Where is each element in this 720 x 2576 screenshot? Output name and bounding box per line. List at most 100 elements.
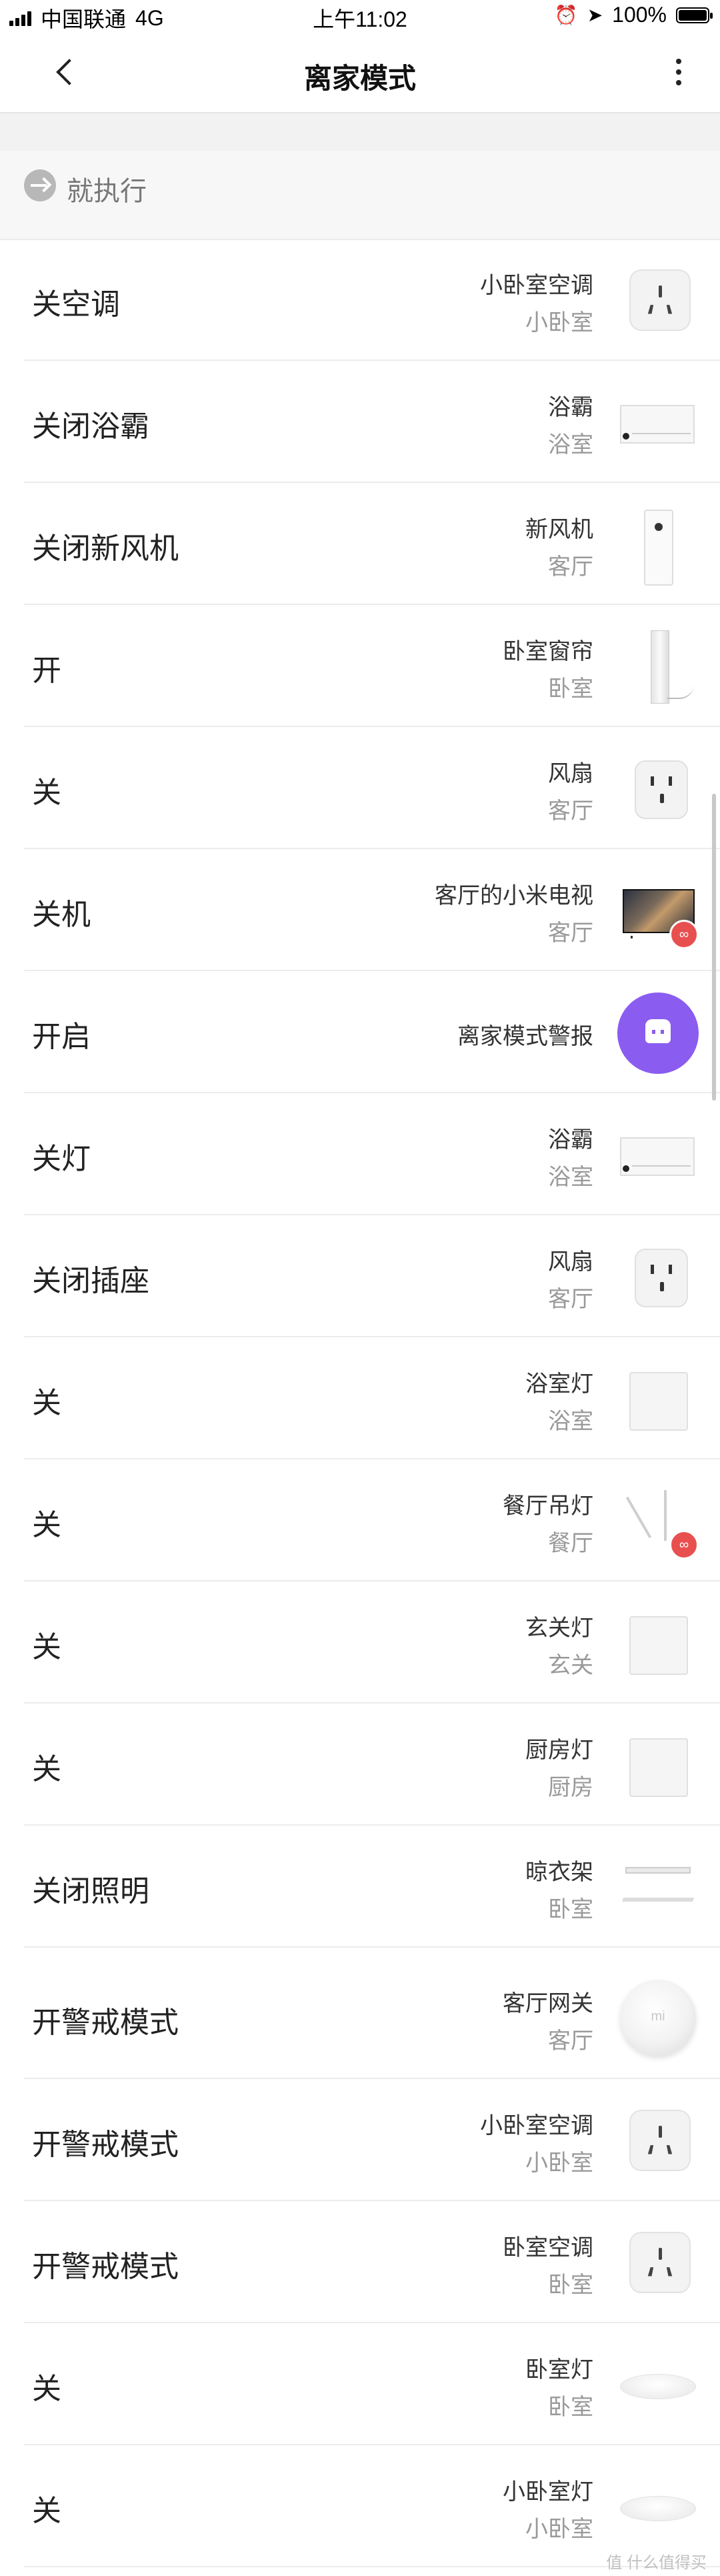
gateway-icon — [620, 1980, 696, 2056]
device-room: 小卧室 — [525, 310, 593, 336]
device-name: 餐厅吊灯 — [503, 1493, 593, 1519]
scrollbar[interactable] — [712, 794, 716, 1101]
list-item[interactable]: 关 风扇 客厅 — [24, 727, 720, 849]
action-label: 开启 — [32, 1021, 91, 1053]
list-item[interactable]: 开警戒模式 小卧室空调 小卧室 — [24, 2079, 720, 2201]
link-badge-icon: ∞ — [669, 920, 699, 949]
battery-label: 100% — [612, 3, 667, 27]
device-name: 浴室灯 — [525, 1371, 593, 1397]
action-label: 关空调 — [32, 288, 120, 321]
device-room: 玄关 — [548, 1653, 593, 1678]
list-item[interactable]: 关 餐厅吊灯 餐厅 ∞ — [24, 1459, 720, 1581]
action-label: 关 — [32, 1631, 61, 1664]
action-label: 开警戒模式 — [32, 2128, 179, 2161]
device-room: 浴室 — [548, 1409, 593, 1434]
device-name: 客厅的小米电视 — [435, 883, 593, 908]
action-label: 关机 — [32, 898, 91, 931]
device-room: 卧室 — [548, 2273, 593, 2298]
execute-section-header: 就执行 — [0, 151, 720, 219]
wall-switch-icon — [629, 1616, 688, 1675]
device-room: 客厅 — [548, 2028, 593, 2054]
bath-heater-icon — [620, 405, 695, 444]
list-item[interactable]: 关 玄关灯 玄关 — [24, 1581, 720, 1704]
alarm-robot-icon — [617, 993, 699, 1074]
device-name: 风扇 — [548, 761, 593, 786]
device-name: 厨房灯 — [525, 1738, 593, 1763]
page-title: 离家模式 — [303, 63, 416, 94]
list-item[interactable]: 开警戒模式 客厅网关 客厅 — [24, 1957, 720, 2079]
curtain-icon — [651, 630, 694, 704]
device-name: 卧室灯 — [525, 2357, 593, 2383]
ceiling-light-icon — [620, 2496, 696, 2521]
device-room: 客厅 — [548, 798, 593, 824]
battery-icon — [676, 7, 713, 23]
list-item[interactable]: 关 厨房灯 厨房 — [24, 1704, 720, 1826]
device-room: 客厅 — [548, 554, 593, 580]
list-item[interactable]: 开启 离家模式警报 — [24, 971, 720, 1093]
device-room: 卧室 — [548, 676, 593, 702]
action-label: 关灯 — [32, 1143, 91, 1175]
smart-plug-icon — [635, 1249, 688, 1307]
device-name: 玄关灯 — [525, 1616, 593, 1641]
air-purifier-icon — [644, 510, 673, 586]
device-name: 新风机 — [525, 517, 593, 542]
device-room: 浴室 — [548, 432, 593, 458]
action-label: 关 — [32, 1753, 61, 1786]
action-label: 开 — [32, 654, 61, 687]
action-list: 关空调 小卧室空调 小卧室 关闭浴霸 浴霸 浴室 关闭新风机 新风机 客厅 开 … — [0, 239, 720, 2567]
list-item[interactable]: 关灯 浴霸 浴室 — [24, 1093, 720, 1215]
execute-label: 就执行 — [67, 177, 147, 206]
device-name: 离家模式警报 — [457, 1024, 593, 1049]
device-name: 卧室空调 — [503, 2235, 593, 2261]
device-room: 厨房 — [548, 1775, 593, 1800]
device-room: 小卧室 — [525, 2150, 593, 2176]
list-item[interactable]: 关空调 小卧室空调 小卧室 — [24, 239, 720, 361]
nav-bar: 离家模式 — [0, 37, 720, 109]
action-label: 关闭插座 — [32, 1265, 149, 1297]
device-room: 客厅 — [548, 920, 593, 946]
wall-switch-icon — [629, 1372, 688, 1431]
action-label: 关闭照明 — [32, 1875, 149, 1908]
list-item[interactable]: 关 卧室灯 卧室 — [24, 2323, 720, 2445]
action-label: 关 — [32, 2495, 61, 2527]
list-item[interactable]: 开 卧室窗帘 卧室 — [24, 605, 720, 727]
link-badge-icon: ∞ — [669, 1530, 699, 1559]
ac-partner-icon — [629, 269, 691, 331]
device-room: 餐厅 — [548, 1531, 593, 1556]
list-item[interactable]: 开警戒模式 卧室空调 卧室 — [24, 2201, 720, 2323]
device-room: 卧室 — [548, 2395, 593, 2420]
action-label: 关 — [32, 776, 61, 809]
wall-switch-icon — [629, 1738, 688, 1797]
bath-heater-icon — [620, 1137, 695, 1176]
watermark-text: 值 什么值得买 — [606, 2554, 707, 2572]
status-bar: 中国联通 4G 上午11:02 ⏰ ➤ 100% — [0, 0, 720, 37]
clothes-rack-icon — [620, 1863, 696, 1914]
action-label: 开警戒模式 — [32, 2006, 179, 2039]
action-label: 开警戒模式 — [32, 2250, 179, 2283]
header-divider-band — [0, 112, 720, 152]
section-divider — [0, 219, 720, 240]
action-label: 关闭新风机 — [32, 532, 179, 565]
ceiling-light-icon — [620, 2374, 696, 2399]
device-name: 小卧室灯 — [503, 2479, 593, 2505]
list-item[interactable]: 关闭插座 风扇 客厅 — [24, 1215, 720, 1337]
more-vertical-icon[interactable] — [664, 52, 693, 92]
action-label: 关闭浴霸 — [32, 410, 149, 443]
device-name: 卧室窗帘 — [503, 639, 593, 664]
arrow-right-circle-icon — [24, 169, 56, 201]
device-name: 客厅网关 — [503, 1991, 593, 2016]
list-item[interactable]: 关闭浴霸 浴霸 浴室 — [24, 361, 720, 483]
action-label: 关 — [32, 1387, 61, 1419]
device-room: 卧室 — [548, 1897, 593, 1922]
list-item[interactable]: 关 浴室灯 浴室 — [24, 1337, 720, 1459]
device-name: 小卧室空调 — [480, 2113, 593, 2138]
list-item[interactable]: 关闭照明 晾衣架 卧室 — [24, 1826, 720, 1948]
device-name: 晾衣架 — [525, 1860, 593, 1885]
action-label: 关 — [32, 1509, 61, 1541]
list-item[interactable]: 关机 客厅的小米电视 客厅 ∞ — [24, 849, 720, 971]
device-room: 客厅 — [548, 1287, 593, 1312]
smart-plug-icon — [635, 760, 688, 819]
list-item[interactable]: 关闭新风机 新风机 客厅 — [24, 483, 720, 605]
device-room: 小卧室 — [525, 2517, 593, 2542]
location-icon: ➤ — [587, 5, 603, 25]
